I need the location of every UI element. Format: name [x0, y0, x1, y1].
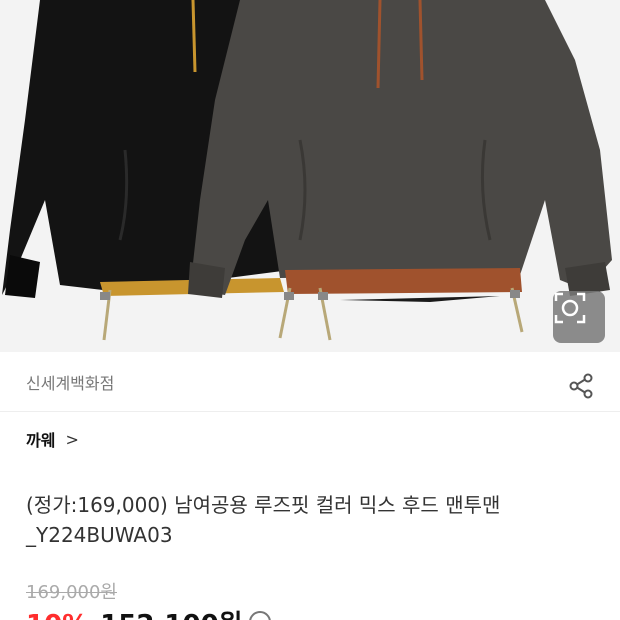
brand-link[interactable]: 까웨 > — [26, 427, 79, 451]
image-search-icon — [554, 292, 586, 324]
seller-row: 신세계백화점 — [0, 352, 620, 412]
product-title: (정가:169,000) 남여공용 루즈핏 컬러 믹스 후드 맨투맨_Y224B… — [26, 493, 501, 547]
seller-name[interactable]: 신세계백화점 — [26, 370, 114, 394]
chevron-right-icon: > — [65, 429, 79, 449]
sale-price-row: 10% 152,100원 — [26, 604, 271, 620]
share-icon[interactable] — [567, 372, 595, 400]
sale-price: 152,100원 — [100, 604, 242, 620]
brand-name: 까웨 — [26, 431, 56, 450]
image-search-button[interactable] — [553, 291, 605, 343]
info-icon[interactable] — [248, 611, 271, 620]
hoodie-photo — [2, 0, 612, 341]
discount-rate: 10% — [26, 610, 88, 620]
product-image[interactable] — [0, 0, 620, 352]
original-price: 169,000원 — [26, 582, 117, 603]
